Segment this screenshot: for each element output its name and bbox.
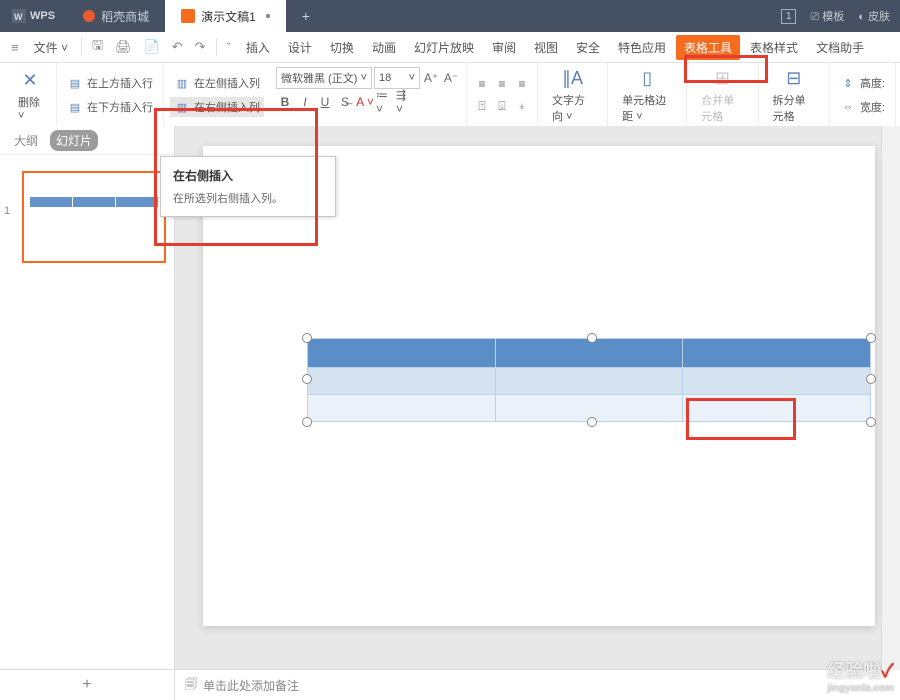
menu-features[interactable]: 特色应用 (610, 35, 674, 60)
new-tab[interactable]: + (286, 0, 326, 32)
font-size-select[interactable]: 18˅ (374, 67, 420, 89)
undo-icon[interactable]: ↶ (167, 36, 188, 58)
height-icon: ⇕ (840, 75, 856, 91)
footer: + 🗐 单击此处添加备注 (0, 669, 900, 700)
thumb-number: 1 (4, 205, 10, 217)
menu-view[interactable]: 视图 (526, 35, 566, 60)
menu-table-tools[interactable]: 表格工具 (676, 35, 740, 60)
indicator-badge: 1 (781, 9, 797, 24)
slide-icon (181, 9, 195, 23)
insert-col-right[interactable]: ▥ 在右侧插入列 (170, 97, 264, 117)
notes-area[interactable]: 🗐 单击此处添加备注 (175, 675, 900, 696)
bullets-button[interactable]: ≔ ˅ (376, 93, 394, 111)
underline-button[interactable]: U (316, 93, 334, 111)
menu-table-style[interactable]: 表格样式 (742, 35, 806, 60)
split-cells-button[interactable]: ⊟ 拆分单元格 (765, 62, 823, 128)
insert-row-above[interactable]: ▤ 在上方插入行 (63, 73, 157, 93)
split-icon: ⊟ (782, 66, 806, 90)
home-chevron[interactable]: ˇ (222, 37, 236, 58)
insert-row-below[interactable]: ▤ 在下方插入行 (63, 97, 157, 117)
menu-insert[interactable]: 插入 (238, 35, 278, 60)
menu-design[interactable]: 设计 (280, 35, 320, 60)
cell-margin-button[interactable]: ▯ 单元格边距 ˅ (614, 62, 680, 128)
col-left-icon: ▥ (174, 75, 190, 91)
font-name-select[interactable]: 微软雅黑 (正文)˅ (276, 67, 372, 89)
slide[interactable] (203, 146, 875, 626)
outline-tab[interactable]: 大纲 (8, 130, 44, 151)
slides-tab[interactable]: 幻灯片 (50, 130, 98, 151)
slide-table[interactable] (307, 338, 871, 422)
slide-thumbnail[interactable] (22, 171, 166, 263)
redo-icon[interactable]: ↷ (190, 36, 211, 58)
save-icon[interactable]: 🖫 (87, 33, 108, 61)
tooltip-title: 在右侧插入 (173, 167, 323, 184)
row-above-icon: ▤ (67, 75, 83, 91)
skin-link[interactable]: ◐ 皮肤 (858, 8, 890, 24)
menu-icon[interactable]: ≡ (6, 37, 24, 58)
wps-logo: W WPS (0, 9, 67, 23)
menu-review[interactable]: 审阅 (484, 35, 524, 60)
valign-bottom-icon[interactable]: ⍖ (513, 97, 531, 115)
flame-icon (83, 10, 95, 22)
row-below-icon: ▤ (67, 99, 83, 115)
modified-dot (266, 14, 270, 18)
increase-font-icon[interactable]: A⁺ (422, 69, 440, 87)
side-panel: 大纲 幻灯片 1 (0, 126, 175, 670)
merge-icon: ⊞ (710, 66, 734, 90)
notes-icon: 🗐 (185, 675, 197, 696)
strike-button[interactable]: S̶ (336, 93, 354, 111)
menu-security[interactable]: 安全 (568, 35, 608, 60)
numbering-button[interactable]: ⇶ ˅ (396, 93, 414, 111)
title-bar: W WPS 稻壳商城 演示文稿1 + 1 ⎚ 模板 ◐ 皮肤 (0, 0, 900, 32)
width-icon: ⇔ (840, 99, 856, 115)
delete-button[interactable]: ✕ 删除 ˅ (10, 64, 50, 126)
add-slide-button[interactable]: + (0, 670, 175, 700)
templates-link[interactable]: ⎚ 模板 (810, 8, 844, 24)
italic-button[interactable]: I (296, 93, 314, 111)
right-sidebar (881, 126, 900, 670)
svg-text:W: W (14, 12, 23, 22)
menu-file[interactable]: 文件 ˅ (26, 35, 76, 60)
col-width[interactable]: ⇔ 宽度: (836, 97, 889, 117)
insert-col-left[interactable]: ▥ 在左侧插入列 (170, 73, 264, 93)
decrease-font-icon[interactable]: A⁻ (442, 69, 460, 87)
align-left-icon[interactable]: ≡ (473, 75, 491, 93)
watermark: 经验啦✓ jingyanla.com (827, 657, 894, 694)
valign-top-icon[interactable]: ⍐ (473, 97, 491, 115)
text-direction-button[interactable]: ∥A 文字方向 ˅ (544, 62, 601, 128)
print-icon[interactable]: 🖨 (110, 36, 137, 58)
menu-transition[interactable]: 切换 (322, 35, 362, 60)
ribbon: ✕ 删除 ˅ ▤ 在上方插入行 ▤ 在下方插入行 ▥ 在左侧插入列 ▥ 在右侧插… (0, 63, 900, 128)
valign-middle-icon[interactable]: ⍗ (493, 97, 511, 115)
tab-document[interactable]: 演示文稿1 (165, 0, 286, 32)
delete-icon: ✕ (18, 68, 42, 92)
text-direction-icon: ∥A (561, 66, 585, 90)
bold-button[interactable]: B (276, 93, 294, 111)
cell-margin-icon: ▯ (635, 66, 659, 90)
menu-doc-helper[interactable]: 文档助手 (808, 35, 872, 60)
menu-bar: ≡ 文件 ˅ 🖫 🖨 📄 ↶ ↷ ˇ 插入 设计 切换 动画 幻灯片放映 审阅 … (0, 32, 900, 63)
tab-store[interactable]: 稻壳商城 (67, 0, 165, 32)
align-center-icon[interactable]: ≡ (493, 75, 511, 93)
preview-icon[interactable]: 📄 (139, 36, 165, 58)
font-color-button[interactable]: A ˅ (356, 93, 374, 111)
merge-cells-button: ⊞ 合并单元格 (693, 62, 751, 128)
tooltip-body: 在所选列右侧插入列。 (173, 190, 323, 206)
row-height[interactable]: ⇕ 高度: (836, 73, 889, 93)
col-right-icon: ▥ (174, 99, 190, 115)
tooltip: 在右侧插入 在所选列右侧插入列。 (160, 156, 336, 217)
menu-slideshow[interactable]: 幻灯片放映 (406, 35, 482, 60)
menu-animation[interactable]: 动画 (364, 35, 404, 60)
align-right-icon[interactable]: ≡ (513, 75, 531, 93)
